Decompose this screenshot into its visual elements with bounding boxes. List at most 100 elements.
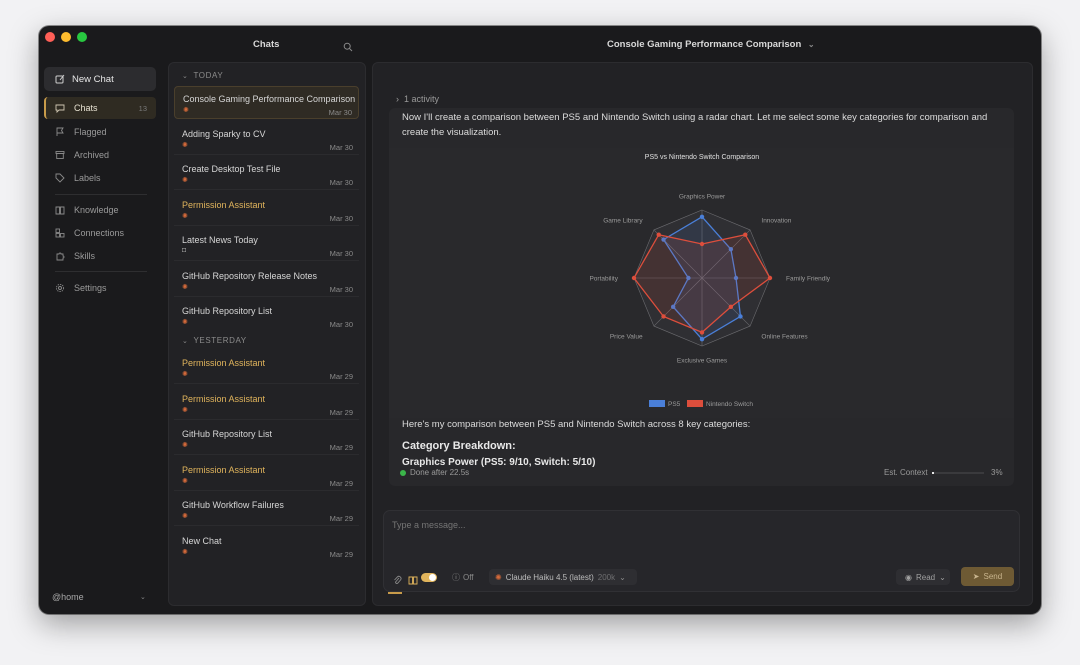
message-heading: Category Breakdown:	[402, 440, 516, 452]
search-icon[interactable]	[343, 39, 353, 57]
info-icon: ⓘ	[452, 573, 460, 582]
radar-chart-svg: PS5 vs Nintendo Switch Comparison Graphic…	[589, 154, 830, 408]
data-point	[631, 275, 637, 281]
data-point	[728, 304, 734, 310]
list-item[interactable]: Permission Assistant ✺ Mar 29	[174, 351, 359, 384]
legend-swatch	[649, 400, 665, 407]
list-item[interactable]: GitHub Workflow Failures ✺ Mar 29	[174, 493, 359, 526]
permission-label: Read	[915, 572, 936, 582]
section-label: TODAY	[193, 71, 224, 80]
context-progress-bar	[932, 472, 984, 474]
minimize-window-button[interactable]	[61, 32, 71, 42]
chat-date: Mar 30	[329, 214, 353, 223]
gear-icon	[55, 283, 65, 293]
tick-label: Exclusive Games	[677, 358, 728, 365]
sidebar-item-chats[interactable]: Chats 13	[44, 97, 156, 119]
sidebar-item-flagged[interactable]: Flagged	[44, 121, 156, 143]
claude-spark-icon: ✺	[182, 142, 188, 149]
new-chat-button[interactable]: New Chat	[44, 67, 156, 91]
claude-spark-icon: ✺	[182, 213, 188, 220]
model-tokens: 200k	[597, 572, 616, 582]
list-item[interactable]: Permission Assistant ✺ Mar 29	[174, 458, 359, 491]
chat-title: Adding Sparky to CV	[182, 129, 266, 139]
legend-label: PS5	[668, 401, 681, 408]
close-window-button[interactable]	[45, 32, 55, 42]
est-context-label: Est. Context	[884, 468, 928, 477]
puzzle-icon	[56, 252, 65, 261]
data-point	[767, 275, 773, 281]
new-chat-label: New Chat	[72, 73, 114, 85]
sidebar-item-label: Chats	[74, 103, 98, 113]
chat-bubble-icon	[55, 104, 65, 113]
done-label: Done after 22.5s	[410, 468, 470, 477]
sidebar-item-archived[interactable]: Archived	[44, 144, 156, 166]
chevron-down-icon[interactable]: ⌄	[140, 593, 146, 601]
chat-date: Mar 30	[329, 285, 353, 294]
list-item[interactable]: Latest News Today ◘ Mar 30	[174, 228, 359, 261]
list-item[interactable]: Permission Assistant ✺ Mar 30	[174, 193, 359, 226]
section-today[interactable]: ⌄ TODAY	[182, 71, 223, 80]
thinking-label: Off	[463, 573, 474, 582]
conversation-title-text: Console Gaming Performance Comparison	[607, 39, 802, 50]
claude-spark-icon: ✺	[182, 513, 188, 520]
chat-title: New Chat	[182, 536, 222, 546]
sidebar-item-label: Labels	[74, 173, 101, 183]
chat-title: GitHub Workflow Failures	[182, 500, 284, 510]
chat-date: Mar 29	[329, 514, 353, 523]
chat-title: Permission Assistant	[182, 200, 266, 210]
sidebar-item-label: Connections	[74, 228, 125, 238]
chat-date: Mar 29	[329, 443, 353, 452]
conversation-title[interactable]: Console Gaming Performance Comparison ⌄	[607, 39, 815, 50]
sidebar-item-connections[interactable]: Connections	[44, 222, 156, 244]
sidebar-item-label: Knowledge	[74, 205, 119, 215]
claude-spark-icon: ✺	[182, 549, 188, 556]
maximize-window-button[interactable]	[77, 32, 87, 42]
activity-toggle[interactable]: › 1 activity	[396, 94, 439, 104]
legend-swatch	[687, 400, 703, 407]
claude-spark-icon: ✺	[182, 177, 188, 184]
sidebar-item-settings[interactable]: Settings	[44, 277, 156, 299]
book-icon[interactable]	[408, 572, 418, 590]
claude-spark-icon: ✺	[182, 478, 188, 485]
list-item[interactable]: GitHub Repository Release Notes ✺ Mar 30	[174, 264, 359, 297]
chat-date: Mar 29	[329, 408, 353, 417]
list-item[interactable]: Create Desktop Test File ✺ Mar 30	[174, 157, 359, 190]
chat-title: Create Desktop Test File	[182, 164, 281, 174]
permission-selector[interactable]: ◉ Read ⌄	[896, 569, 950, 585]
chevron-down-icon: ⌄	[182, 72, 189, 80]
model-selector[interactable]: ✺ Claude Haiku 4.5 (latest) 200k ⌄	[489, 569, 637, 585]
sidebar-item-skills[interactable]: Skills	[44, 245, 156, 267]
claude-spark-icon: ✺	[183, 107, 189, 114]
legend-label: Nintendo Switch	[706, 401, 753, 408]
list-item[interactable]: New Chat ✺ Mar 29	[174, 529, 359, 562]
est-context-percent: 3%	[991, 468, 1003, 477]
chevron-down-icon: ⌄	[939, 572, 946, 582]
done-status: Done after 22.5s	[400, 468, 469, 477]
thinking-toggle[interactable]: ⓘ Off	[452, 572, 474, 583]
section-yesterday[interactable]: ⌄ YESTERDAY	[182, 336, 247, 345]
chat-date: Mar 30	[328, 108, 352, 117]
send-button[interactable]: ➤ Send	[961, 567, 1014, 586]
data-point	[743, 232, 748, 237]
tick-label: Game Library	[603, 218, 643, 225]
list-item[interactable]: GitHub Repository List ✺ Mar 29	[174, 422, 359, 455]
data-point	[661, 314, 666, 319]
message-input[interactable]	[392, 517, 992, 533]
sidebar-item-labels[interactable]: Labels	[44, 167, 156, 189]
robot-icon: ◘	[182, 247, 187, 254]
sidebar-item-knowledge[interactable]: Knowledge	[44, 199, 156, 221]
claude-spark-icon: ✺	[182, 442, 188, 449]
list-item[interactable]: Console Gaming Performance Comparison ✺ …	[174, 86, 359, 119]
mode-toggle[interactable]	[421, 573, 437, 582]
list-item[interactable]: Adding Sparky to CV ✺ Mar 30	[174, 122, 359, 155]
list-item[interactable]: Permission Assistant ✺ Mar 29	[174, 387, 359, 420]
archive-icon	[55, 151, 65, 159]
tick-label: Graphics Power	[679, 194, 726, 201]
list-item[interactable]: GitHub Repository List ✺ Mar 30	[174, 299, 359, 332]
book-icon	[55, 206, 65, 215]
chat-title: Latest News Today	[182, 235, 258, 245]
workspace-selector[interactable]: @home	[52, 592, 84, 602]
attach-icon[interactable]	[393, 572, 402, 590]
message-summary: Here's my comparison between PS5 and Nin…	[402, 419, 751, 430]
tick-label: Online Features	[761, 333, 808, 340]
